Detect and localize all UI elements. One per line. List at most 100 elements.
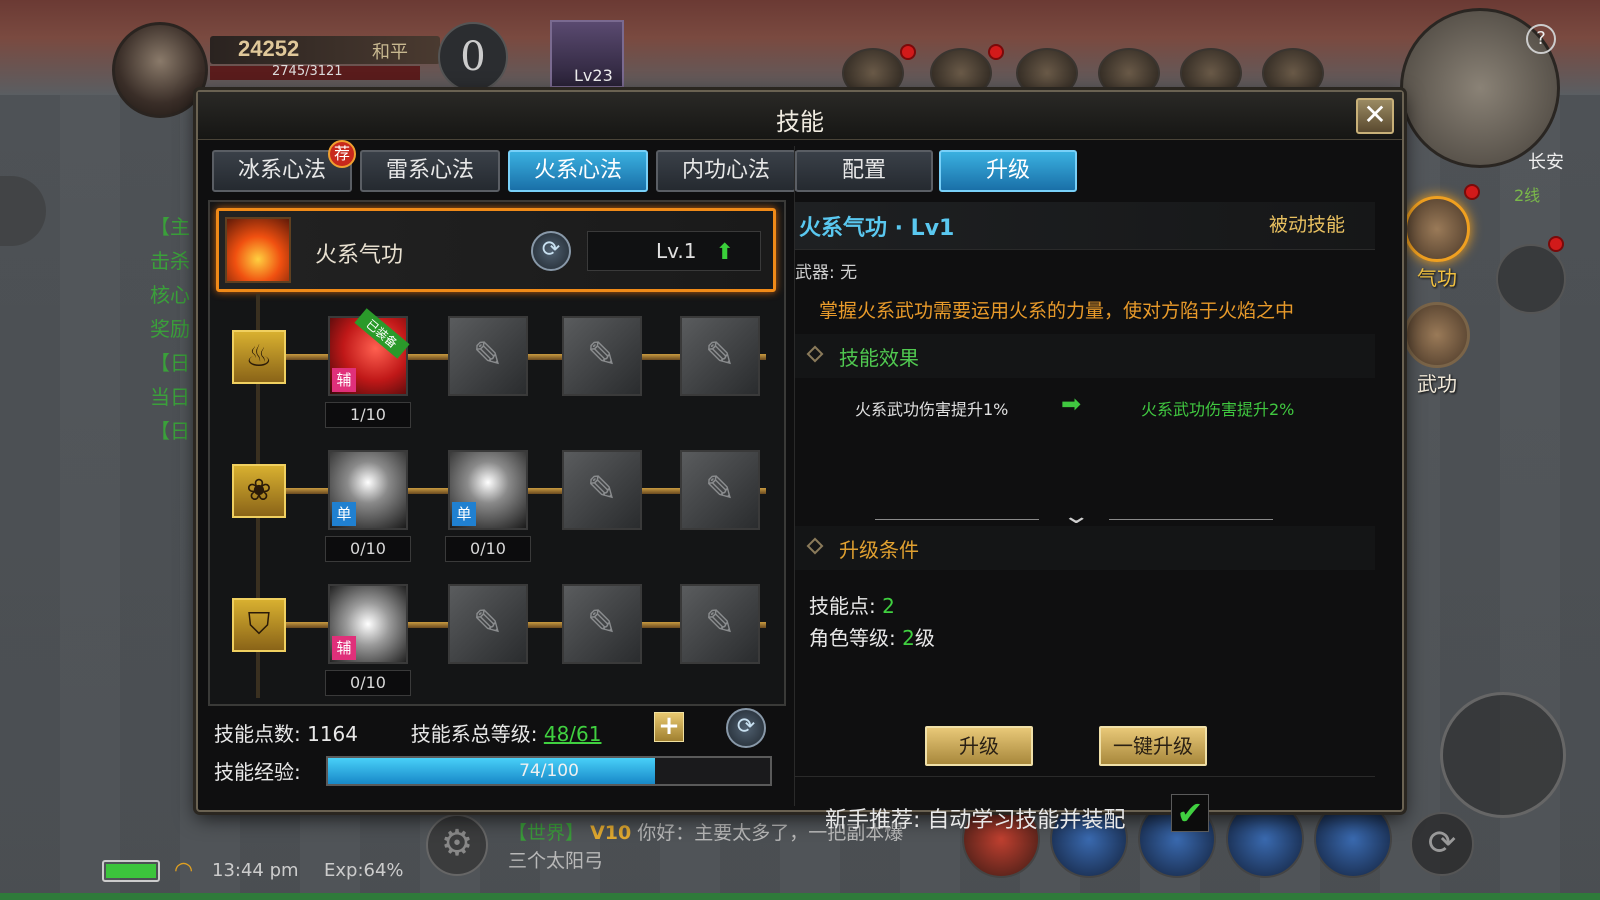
condition-title: 升级条件 — [839, 538, 919, 562]
flame-emblem-icon: ♨ — [232, 330, 286, 384]
tab-ice[interactable]: 冰系心法 荐 — [212, 140, 356, 192]
locked-skill-node[interactable] — [562, 450, 642, 530]
notification-dot — [1464, 184, 1480, 200]
effect-title: 技能效果 — [839, 346, 919, 370]
skill-exp-bar: 74/100 — [326, 756, 772, 786]
dialog-title: 技能 — [776, 108, 824, 136]
skill-description: 掌握火系武功需要运用火系的力量，使对方陷于火焰之中 — [819, 300, 1295, 322]
help-icon[interactable]: ? — [1526, 24, 1556, 54]
diamond-icon — [806, 345, 824, 363]
shield-emblem-icon: ⛉ — [232, 598, 286, 652]
chat-line-2: 三个太阳弓 — [508, 850, 604, 872]
battery-icon — [102, 860, 160, 882]
assist-tag: 辅 — [332, 636, 356, 660]
locked-skill-node[interactable] — [562, 316, 642, 396]
tab-label: 雷系心法 — [385, 158, 474, 183]
attack-button[interactable] — [1440, 692, 1566, 818]
locked-skill-node[interactable] — [680, 316, 760, 396]
locked-skill-node[interactable] — [448, 584, 528, 664]
recommend-label: 新手推荐: 自动学习技能并装配 — [825, 808, 1126, 833]
single-target-tag: 单 — [332, 502, 356, 526]
combat-power: 24252 — [238, 36, 300, 61]
level-up-arrow-icon: ⬆ — [715, 240, 734, 265]
menu-pad-icon[interactable] — [1496, 244, 1566, 314]
skill-dialog: 技能 ✕ 冰系心法 荐 雷系心法 火系心法 内功心法 火系气功 ⟳ Lv.1 ⬆… — [196, 90, 1404, 833]
divider — [795, 776, 1375, 777]
assist-tag: 辅 — [332, 368, 356, 392]
skill-node[interactable]: 单 — [448, 450, 528, 530]
divider — [875, 519, 1039, 520]
exp-percent: Exp:64% — [324, 860, 404, 881]
tab-label: 冰系心法 — [237, 158, 326, 183]
exp-strip — [0, 893, 1600, 900]
quest-tracker[interactable]: 【主 击杀 核心 奖励 【日 当日 【日 — [150, 210, 190, 448]
quest-line: 击杀 — [150, 249, 190, 273]
reset-icon[interactable]: ⟳ — [726, 708, 766, 748]
effect-next: 火系武功伤害提升2% — [1141, 400, 1295, 419]
total-level-label: 技能系总等级: — [410, 722, 538, 746]
quest-line: 核心 — [150, 283, 190, 307]
chat-channel: 【世界】 — [508, 822, 585, 844]
server-line[interactable]: 2线 — [1514, 182, 1540, 206]
cond-skill-points: 技能点: 2 — [809, 590, 895, 619]
condition-section: 升级条件 — [795, 526, 1375, 570]
kill-counter: 0 — [438, 22, 508, 92]
close-button[interactable]: ✕ — [1356, 98, 1394, 134]
skill-level: Lv.1 — [656, 239, 697, 263]
player-avatar[interactable] — [112, 22, 208, 118]
cond-points-label: 技能点: — [809, 594, 876, 618]
skill-node[interactable]: 辅 — [328, 584, 408, 664]
cond-level-unit: 级 — [914, 626, 935, 650]
detail-tabs: 配置 升级 — [795, 150, 1077, 192]
city-name: 长安 — [1528, 152, 1564, 173]
locked-skill-node[interactable] — [562, 584, 642, 664]
upgrade-button[interactable]: 升级 — [925, 726, 1033, 766]
quest-line: 当日 — [150, 385, 190, 409]
selected-skill-header[interactable]: 火系气功 ⟳ Lv.1 ⬆ — [216, 208, 776, 292]
quest-line: 【主 — [150, 215, 190, 239]
skill-type: 被动技能 — [1268, 214, 1345, 236]
meditation-icon[interactable] — [1404, 196, 1470, 262]
clock: 13:44 pm — [212, 860, 299, 881]
quest-line: 奖励 — [150, 317, 190, 341]
locked-skill-node[interactable] — [680, 450, 760, 530]
martial-book-icon[interactable] — [1404, 302, 1470, 368]
recommend-badge: 荐 — [328, 140, 356, 168]
tab-fire[interactable]: 火系心法 — [508, 150, 648, 192]
chat-vip: V10 — [590, 822, 632, 844]
auto-learn-checkbox[interactable]: ✔ — [1171, 794, 1209, 832]
locked-skill-node[interactable] — [448, 316, 528, 396]
weapon-requirement: 武器: 无 — [795, 263, 858, 283]
tab-label: 内功心法 — [681, 158, 770, 183]
total-level-value[interactable]: 48/61 — [544, 722, 602, 746]
node-level: 0/10 — [325, 670, 411, 696]
equipped-ribbon: 已装备 — [354, 308, 410, 359]
add-points-button[interactable]: + — [654, 712, 684, 742]
notification-dot — [900, 44, 916, 60]
upgrade-all-button[interactable]: 一键升级 — [1099, 726, 1207, 766]
divider — [1109, 519, 1273, 520]
tab-upgrade[interactable]: 升级 — [939, 150, 1077, 192]
skill-tree: 火系气功 ⟳ Lv.1 ⬆ ♨ 已装备 辅 1/10 ❀ — [208, 200, 786, 706]
single-target-tag: 单 — [452, 502, 476, 526]
skill-node[interactable]: 已装备 辅 — [328, 308, 410, 396]
settings-gear-icon[interactable]: ⚙ — [426, 814, 488, 876]
skill-level-box: Lv.1 ⬆ — [587, 231, 761, 271]
tab-configure[interactable]: 配置 — [795, 150, 933, 192]
pk-mode[interactable]: 和平 — [372, 38, 408, 64]
quest-line: 【日 — [150, 419, 190, 443]
exp-label: 技能经验: — [214, 760, 301, 784]
skill-node[interactable]: 单 — [328, 450, 408, 530]
node-level: 1/10 — [325, 402, 411, 428]
dialog-titlebar: 技能 ✕ — [198, 92, 1402, 140]
tab-inner[interactable]: 内功心法 — [656, 150, 796, 192]
refresh-icon[interactable]: ⟳ — [531, 231, 571, 271]
skill-detail-panel: 配置 升级 火系气功 · Lv1 被动技能 武器: 无 掌握火系武功需要运用火系… — [794, 146, 1375, 833]
points-label: 技能点数: — [214, 722, 301, 746]
switch-skills-icon[interactable]: ⟳ — [1410, 812, 1474, 876]
cond-role-level: 角色等级: 2级 — [809, 622, 935, 651]
locked-skill-node[interactable] — [680, 584, 760, 664]
skill-tree-panel: 冰系心法 荐 雷系心法 火系心法 内功心法 火系气功 ⟳ Lv.1 ⬆ ♨ 已装… — [208, 140, 796, 806]
tab-thunder[interactable]: 雷系心法 — [360, 150, 500, 192]
notification-dot — [1548, 236, 1564, 252]
